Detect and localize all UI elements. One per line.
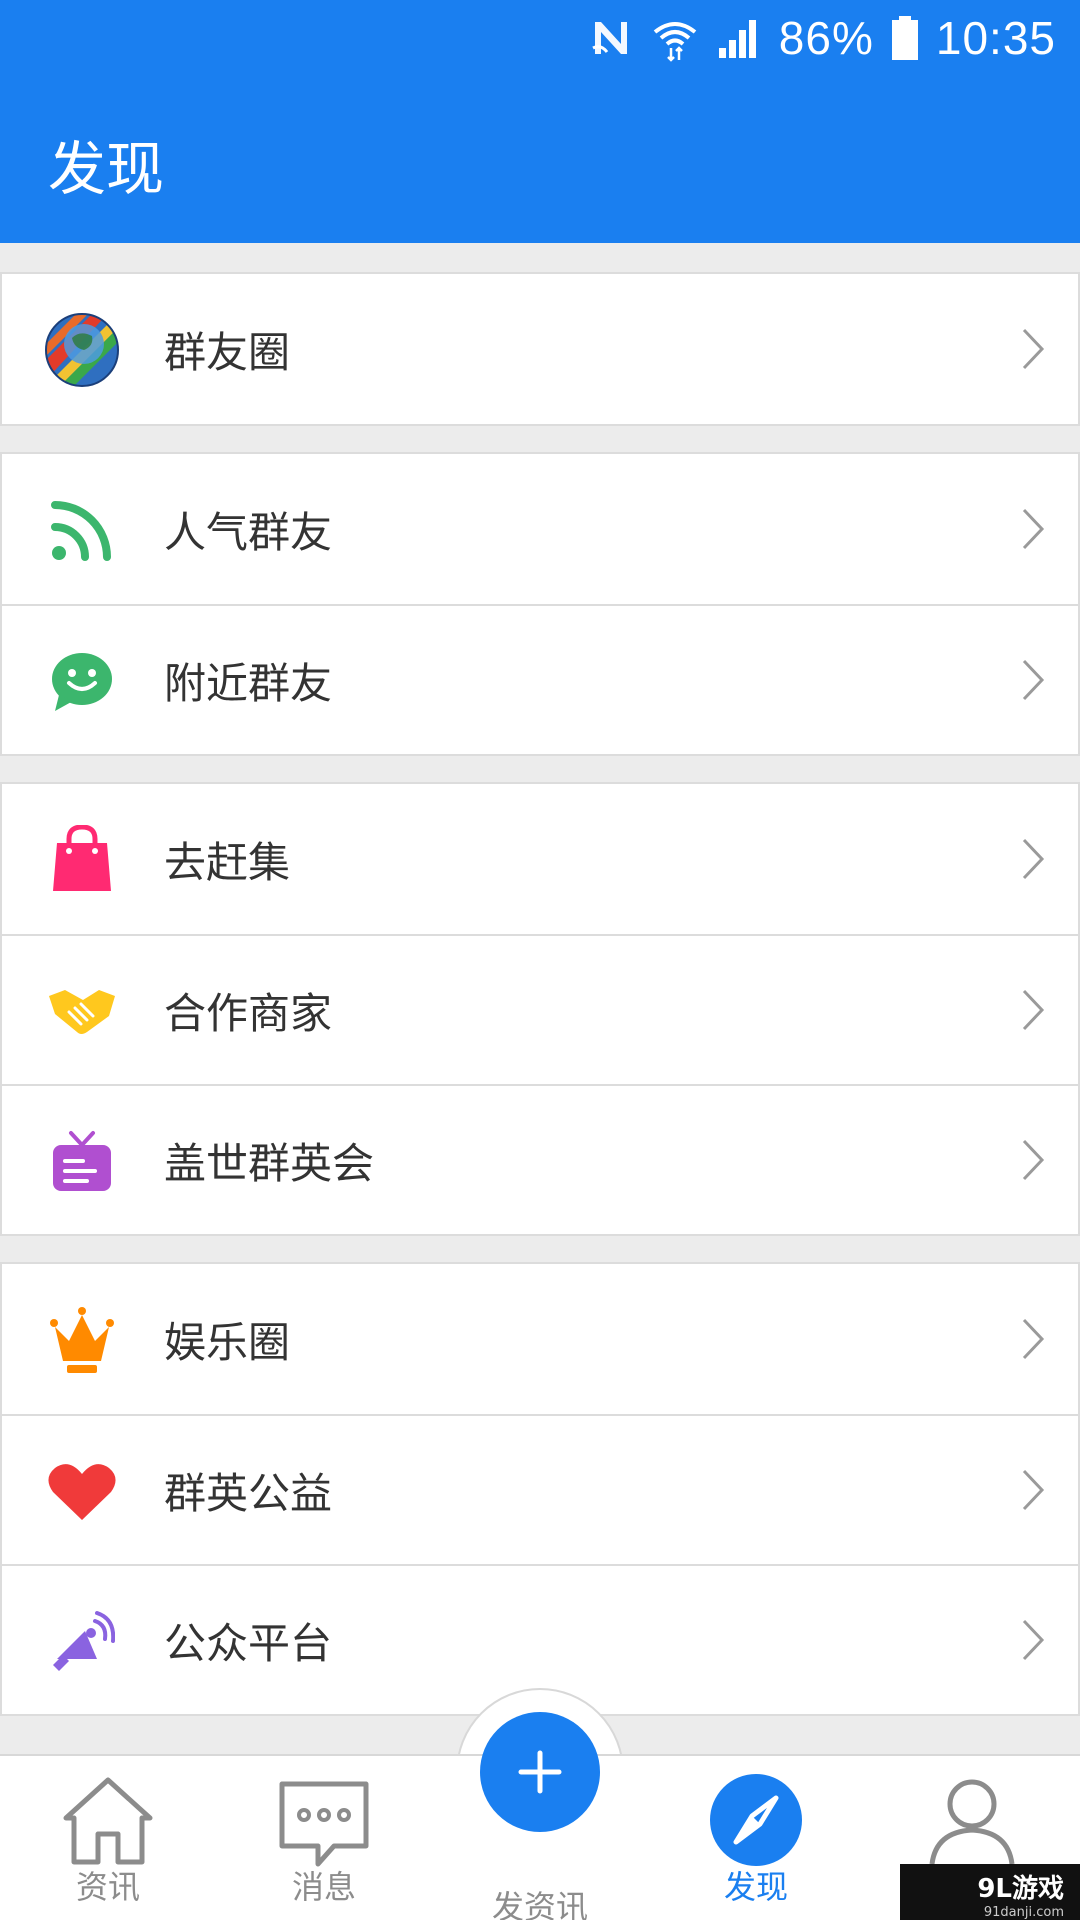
cellular-signal-icon <box>718 20 756 58</box>
list-item-label: 群英公益 <box>164 1468 333 1518</box>
status-bar: 86% 10:35 <box>587 8 1056 68</box>
list-item-partner-merchants[interactable]: 合作商家 <box>0 934 1080 1084</box>
compass-icon <box>710 1774 802 1866</box>
chevron-right-icon <box>1022 989 1045 1031</box>
status-time: 10:35 <box>935 12 1056 64</box>
chevron-right-icon <box>1022 328 1045 370</box>
user-icon <box>929 1779 1015 1865</box>
tab-news[interactable]: 资讯 <box>0 1756 216 1920</box>
list-item-nearby-friends[interactable]: 附近群友 <box>0 604 1080 754</box>
chevron-right-icon <box>1022 1469 1045 1511</box>
chevron-right-icon <box>1022 838 1045 880</box>
tv-icon <box>44 1124 120 1200</box>
nfc-icon <box>592 22 627 54</box>
discover-section-1: 群友圈 <box>0 272 1080 426</box>
wifi-icon <box>653 22 697 62</box>
tab-messages[interactable]: 消息 <box>216 1756 432 1920</box>
list-item-market[interactable]: 去赶集 <box>0 784 1080 934</box>
list-item-label: 公众平台 <box>164 1618 333 1668</box>
post-news-button[interactable] <box>480 1712 600 1832</box>
heart-icon <box>44 1454 120 1530</box>
list-item-heroes-club[interactable]: 盖世群英会 <box>0 1084 1080 1234</box>
shopping-bag-icon <box>44 822 120 898</box>
smile-chat-icon <box>44 644 120 720</box>
chevron-right-icon <box>1022 1139 1045 1181</box>
crown-icon <box>44 1302 120 1378</box>
app-header: 86% 10:35 发现 <box>0 0 1080 243</box>
list-item-label: 合作商家 <box>164 988 333 1038</box>
list-item-entertainment[interactable]: 娱乐圈 <box>0 1264 1080 1414</box>
tab-label: 资讯 <box>75 1868 140 1906</box>
plus-icon <box>518 1750 562 1794</box>
home-icon <box>63 1777 153 1865</box>
list-item-charity[interactable]: 群英公益 <box>0 1414 1080 1564</box>
discover-section-4: 娱乐圈 群英公益 公众平台 <box>0 1262 1080 1716</box>
discover-section-2: 人气群友 附近群友 <box>0 452 1080 756</box>
rss-icon <box>44 492 120 568</box>
watermark-url: 91danji.com <box>983 1905 1064 1920</box>
tab-label: 发现 <box>723 1868 788 1906</box>
list-item-label: 娱乐圈 <box>164 1317 291 1367</box>
chevron-right-icon <box>1022 659 1045 701</box>
megaphone-icon <box>44 1604 120 1680</box>
chevron-right-icon <box>1022 508 1045 550</box>
list-item-label: 盖世群英会 <box>164 1138 375 1188</box>
battery-icon <box>891 16 918 60</box>
chevron-right-icon <box>1022 1619 1045 1661</box>
list-item-label: 去赶集 <box>164 837 291 887</box>
watermark-logo: 9L游戏 <box>977 1874 1064 1904</box>
discover-screen: 86% 10:35 发现 群友圈 人气群友 附近群友 去赶集 合作商家 盖世群英… <box>0 0 1080 1920</box>
battery-percent: 86% <box>778 12 874 64</box>
list-item-popular-friends[interactable]: 人气群友 <box>0 454 1080 604</box>
globe-icon <box>44 312 120 388</box>
page-title: 发现 <box>48 135 165 203</box>
list-item-friend-circle[interactable]: 群友圈 <box>0 274 1080 424</box>
chevron-right-icon <box>1022 1318 1045 1360</box>
handshake-icon <box>44 974 120 1050</box>
chat-bubble-icon <box>279 1781 369 1867</box>
tab-post-news-label: 发资讯 <box>491 1888 588 1920</box>
list-item-label: 人气群友 <box>164 507 333 557</box>
list-item-label: 附近群友 <box>164 658 333 708</box>
tab-discover[interactable]: 发现 <box>648 1756 864 1920</box>
watermark: 9L游戏 91danji.com <box>900 1864 1080 1920</box>
discover-section-3: 去赶集 合作商家 盖世群英会 <box>0 782 1080 1236</box>
list-item-label: 群友圈 <box>164 327 291 377</box>
tab-label: 消息 <box>291 1868 356 1906</box>
